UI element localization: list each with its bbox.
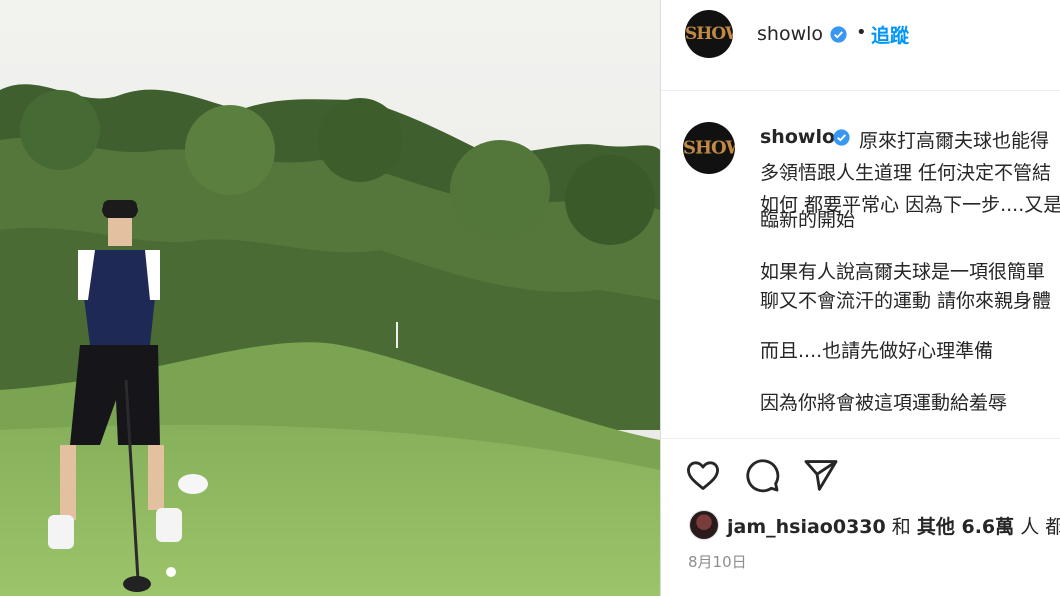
liked-by-suffix: 人 都說: [1020, 516, 1060, 538]
verified-badge-icon: [833, 129, 850, 146]
caption-line: 因為你將會被這項運動給羞辱: [760, 392, 1008, 414]
send-icon[interactable]: [802, 456, 840, 494]
liker-avatar[interactable]: [689, 510, 719, 540]
caption-line: 原來打高爾夫球也能得: [859, 130, 1050, 152]
post-date[interactable]: 8月10日: [688, 551, 747, 572]
actions-divider: [661, 438, 1060, 439]
caption-line: 多領悟跟人生道理 任何決定不管結: [760, 162, 1052, 184]
caption-line: 而且....也請先做好心理準備: [760, 340, 994, 362]
header-divider: [661, 90, 1060, 91]
caption-line: 臨新的開始: [760, 209, 856, 231]
separator-dot: •: [856, 22, 867, 43]
follow-button[interactable]: 追蹤: [871, 21, 909, 48]
likes-count-link[interactable]: 其他 6.6萬: [917, 516, 1014, 538]
post-photo[interactable]: [0, 0, 660, 596]
liker-username[interactable]: jam_hsiao0330: [727, 516, 886, 538]
caption-line: 聊又不會流汗的運動 請你來親身體: [760, 290, 1052, 312]
verified-badge-icon: [830, 26, 847, 43]
comment-icon[interactable]: [743, 456, 781, 494]
caption-author-avatar[interactable]: SHOW: [683, 122, 735, 174]
liked-by-connector: 和: [891, 516, 911, 538]
caption-author-username[interactable]: showlo: [760, 126, 835, 148]
liked-by-summary: jam_hsiao0330 和 其他 6.6萬 人 都說: [727, 512, 1060, 539]
caption-line: 如果有人說高爾夫球是一項很簡單: [760, 261, 1046, 283]
avatar-logo-text: SHOW: [685, 24, 733, 44]
heart-icon[interactable]: [684, 456, 722, 494]
author-avatar[interactable]: SHOW: [685, 10, 733, 58]
avatar-logo-text: SHOW: [683, 137, 735, 159]
post-side-panel: SHOW showlo • 追蹤 SHOW showlo 原來打高爾夫球也能得 …: [661, 0, 1060, 596]
author-username[interactable]: showlo: [757, 23, 823, 45]
